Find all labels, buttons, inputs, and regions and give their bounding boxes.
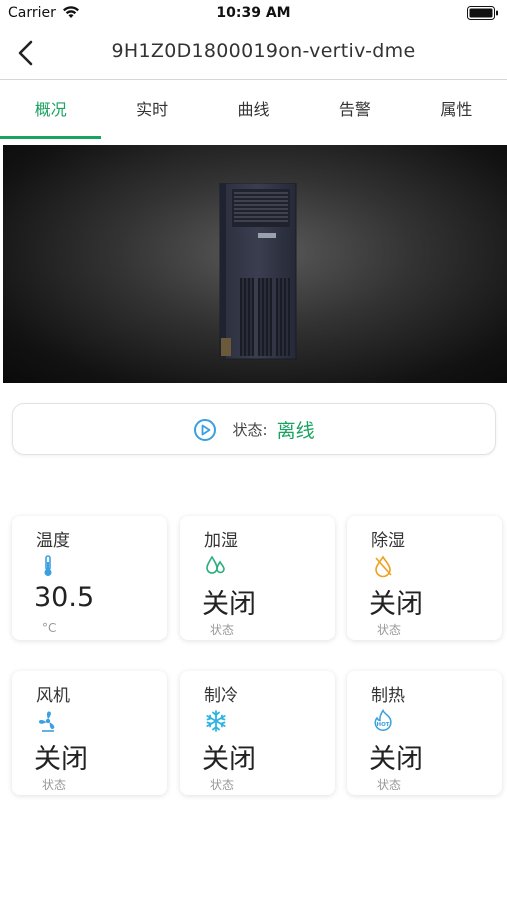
card-status-label: 状态 (42, 778, 67, 792)
snowflake-icon (206, 710, 226, 732)
card-status-label: 状态 (377, 623, 402, 637)
status-label: 状态: (232, 421, 268, 439)
clock-label: 10:39 AM (216, 5, 291, 21)
card-status-label: 状态 (210, 623, 235, 637)
humidify-card[interactable]: 加湿 关闭 状态 (180, 516, 335, 640)
tab-realtime[interactable]: 实时 (101, 81, 202, 139)
card-value: 关闭 (202, 744, 256, 775)
card-status-label: 状态 (210, 778, 235, 792)
card-title: 风机 (36, 686, 70, 706)
navigation-bar: 9H1Z0D1800019on-vertiv-dme (0, 28, 507, 80)
card-title: 加湿 (204, 531, 238, 551)
fan-card[interactable]: 风机 关闭 状态 (12, 671, 167, 795)
battery-icon (467, 6, 498, 20)
no-drop-icon (375, 555, 392, 578)
tab-overview[interactable]: 概况 (0, 81, 102, 139)
card-value: 关闭 (369, 744, 423, 775)
dehumidify-card[interactable]: 除湿 关闭 状态 (347, 516, 502, 640)
card-value: 关闭 (202, 589, 256, 620)
cooling-card[interactable]: 制冷 关闭 状态 (180, 671, 335, 795)
card-title: 温度 (36, 531, 70, 551)
tab-attributes[interactable]: 属性 (406, 81, 507, 139)
heating-card[interactable]: 制热 HOT 关闭 状态 (347, 671, 502, 795)
card-status-label: 状态 (377, 778, 402, 792)
card-title: 除湿 (371, 531, 405, 551)
tab-alarm[interactable]: 告警 (304, 81, 405, 139)
device-image (3, 145, 507, 383)
card-value: 关闭 (34, 744, 88, 775)
back-chevron-icon[interactable] (12, 38, 42, 68)
card-title: 制冷 (204, 686, 238, 706)
water-drops-icon (206, 555, 225, 574)
card-value: 关闭 (369, 589, 423, 620)
card-value: 30.5 (34, 582, 95, 613)
tab-curve[interactable]: 曲线 (203, 81, 304, 139)
play-circle-icon (194, 418, 217, 441)
status-value: 离线 (276, 420, 315, 442)
card-title: 制热 (371, 686, 405, 706)
status-bar: Carrier 10:39 AM (0, 0, 507, 28)
temperature-card[interactable]: 温度 30.5 °C (12, 516, 167, 640)
hot-icon: HOT (374, 709, 392, 731)
thermometer-icon (44, 555, 52, 576)
card-unit: °C (42, 621, 57, 635)
precision-ac-unit-image (219, 183, 297, 360)
page-title: 9H1Z0D1800019on-vertiv-dme (111, 40, 416, 62)
device-status-card: 状态: 离线 (12, 403, 496, 455)
tab-bar: 概况 实时 曲线 告警 属性 (0, 81, 507, 139)
fan-icon (39, 711, 55, 732)
svg-text:HOT: HOT (376, 722, 389, 728)
